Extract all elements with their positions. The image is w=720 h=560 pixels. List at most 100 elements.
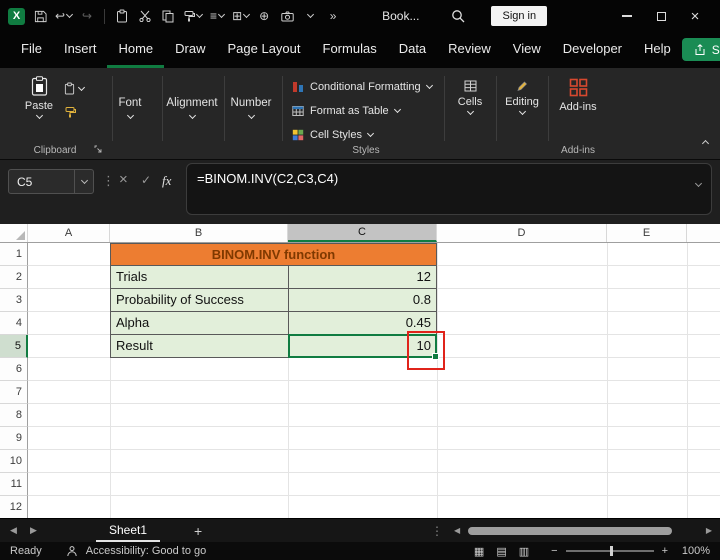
row-header-7[interactable]: 7 — [0, 381, 28, 404]
cell-c3[interactable]: 0.8 — [288, 289, 437, 312]
cell-c2[interactable]: 12 — [288, 266, 437, 289]
copy-icon[interactable] — [160, 6, 176, 26]
row-header-4[interactable]: 4 — [0, 312, 28, 335]
tab-insert[interactable]: Insert — [53, 32, 108, 68]
cell-b4[interactable]: Alpha — [110, 312, 288, 335]
row-header-9[interactable]: 9 — [0, 427, 28, 450]
tab-bar-dots-icon[interactable]: ⋮ — [431, 519, 443, 542]
tab-data[interactable]: Data — [388, 32, 437, 68]
alignment-group-button[interactable]: Alignment — [164, 84, 220, 130]
scroll-left-arrow[interactable]: ◀ — [454, 519, 460, 542]
add-sheet-button[interactable]: + — [194, 519, 202, 542]
format-as-table-button[interactable]: Format as Table — [292, 99, 432, 123]
conditional-formatting-button[interactable]: Conditional Formatting — [292, 75, 433, 99]
horizontal-scrollbar: ◀ ▶ — [452, 519, 714, 542]
name-box[interactable]: C5 — [8, 169, 94, 194]
previous-sheet-button[interactable]: ◀ — [10, 519, 17, 542]
zoom-controls: − + 100% — [551, 545, 710, 557]
cell-b2[interactable]: Trials — [110, 266, 288, 289]
tab-formulas[interactable]: Formulas — [312, 32, 388, 68]
row-header-1[interactable]: 1 — [0, 243, 28, 266]
row-header-8[interactable]: 8 — [0, 404, 28, 427]
maximize-button[interactable] — [644, 0, 678, 32]
cell-styles-button[interactable]: Cell Styles — [292, 123, 432, 147]
camera-icon[interactable] — [279, 6, 295, 26]
cut-icon[interactable] — [137, 6, 153, 26]
undo-icon[interactable]: ↩ — [55, 6, 74, 26]
close-button[interactable]: × — [678, 0, 712, 32]
cell-b3[interactable]: Probability of Success — [110, 289, 288, 312]
tab-page-layout[interactable]: Page Layout — [217, 32, 312, 68]
editing-group-button[interactable]: Editing — [498, 80, 546, 116]
insert-cells-icon[interactable]: ⊕ — [256, 6, 272, 26]
row-header-5[interactable]: 5 — [0, 335, 28, 358]
cell-b1-title[interactable]: BINOM.INV function — [110, 243, 437, 266]
zoom-slider-thumb[interactable] — [609, 546, 613, 556]
cell-b5[interactable]: Result — [110, 335, 288, 358]
page-break-view-button[interactable]: ▥ — [519, 545, 529, 558]
collapse-ribbon-button[interactable] — [701, 133, 710, 151]
tab-home[interactable]: Home — [107, 32, 165, 68]
zoom-in-button[interactable]: + — [662, 545, 668, 557]
search-icon[interactable] — [450, 6, 466, 26]
copy-button[interactable] — [64, 82, 86, 95]
tab-help[interactable]: Help — [633, 32, 682, 68]
chevron-down-icon — [243, 10, 251, 19]
column-header-c[interactable]: C — [288, 224, 437, 242]
format-painter-button[interactable] — [64, 106, 84, 118]
paste-button[interactable]: Paste — [16, 76, 62, 120]
column-header-partial[interactable] — [687, 224, 720, 242]
row-header-2[interactable]: 2 — [0, 266, 28, 289]
accessibility-status[interactable]: Accessibility: Good to go — [86, 545, 206, 557]
row-header-12[interactable]: 12 — [0, 496, 28, 518]
share-button[interactable]: Share — [681, 38, 720, 61]
column-header-a[interactable]: A — [28, 224, 110, 242]
expand-formula-bar-icon[interactable] — [694, 174, 703, 189]
sort-icon[interactable]: ≡ — [209, 6, 226, 26]
drag-dots-icon[interactable]: ⋮ — [102, 173, 115, 189]
add-ins-button[interactable]: Add-ins — [550, 78, 606, 113]
zoom-level[interactable]: 100% — [676, 545, 710, 557]
column-header-e[interactable]: E — [607, 224, 687, 242]
cancel-button[interactable]: × — [119, 171, 128, 188]
row-header-6[interactable]: 6 — [0, 358, 28, 381]
font-group-button[interactable]: Font — [104, 84, 156, 130]
overflow-icon[interactable]: » — [325, 6, 341, 26]
format-painter-icon[interactable] — [183, 6, 204, 26]
tab-review[interactable]: Review — [437, 32, 502, 68]
page-layout-view-button[interactable]: ▤ — [496, 545, 506, 558]
zoom-slider[interactable] — [565, 546, 654, 556]
share-icon — [695, 43, 705, 55]
tab-developer[interactable]: Developer — [552, 32, 633, 68]
row-header-3[interactable]: 3 — [0, 289, 28, 312]
row-header-11[interactable]: 11 — [0, 473, 28, 496]
sheet-tab-sheet1[interactable]: Sheet1 — [96, 519, 161, 542]
qat-dropdown-icon[interactable] — [302, 6, 318, 26]
tab-file[interactable]: File — [10, 32, 53, 68]
clipboard-icon[interactable] — [114, 6, 130, 26]
chevron-down-icon — [306, 10, 314, 19]
tab-view[interactable]: View — [502, 32, 552, 68]
scroll-right-arrow[interactable]: ▶ — [706, 519, 712, 542]
minimize-button[interactable] — [610, 0, 644, 32]
sign-in-button[interactable]: Sign in — [491, 6, 548, 26]
select-all-button[interactable] — [0, 224, 28, 242]
column-header-b[interactable]: B — [110, 224, 288, 242]
normal-view-button[interactable]: ▦ — [474, 545, 484, 558]
cells-group-button[interactable]: Cells — [446, 80, 494, 116]
insert-function-button[interactable]: fx — [162, 173, 171, 189]
tab-draw[interactable]: Draw — [164, 32, 216, 68]
row-header-10[interactable]: 10 — [0, 450, 28, 473]
enter-button[interactable]: ✓ — [141, 173, 151, 187]
format-painter-icon — [65, 107, 76, 118]
next-sheet-button[interactable]: ▶ — [30, 519, 37, 542]
horizontal-scrollbar-thumb[interactable] — [468, 527, 672, 535]
formula-input[interactable]: =BINOM.INV(C2,C3,C4) — [186, 163, 712, 215]
borders-icon[interactable]: ⊞ — [232, 6, 251, 26]
number-group-button[interactable]: Number — [226, 84, 276, 130]
zoom-out-button[interactable]: − — [551, 545, 557, 557]
save-icon[interactable] — [32, 6, 48, 26]
column-header-d[interactable]: D — [437, 224, 607, 242]
redo-icon[interactable]: ↪ — [79, 6, 95, 26]
chevron-down-icon[interactable] — [75, 176, 93, 184]
